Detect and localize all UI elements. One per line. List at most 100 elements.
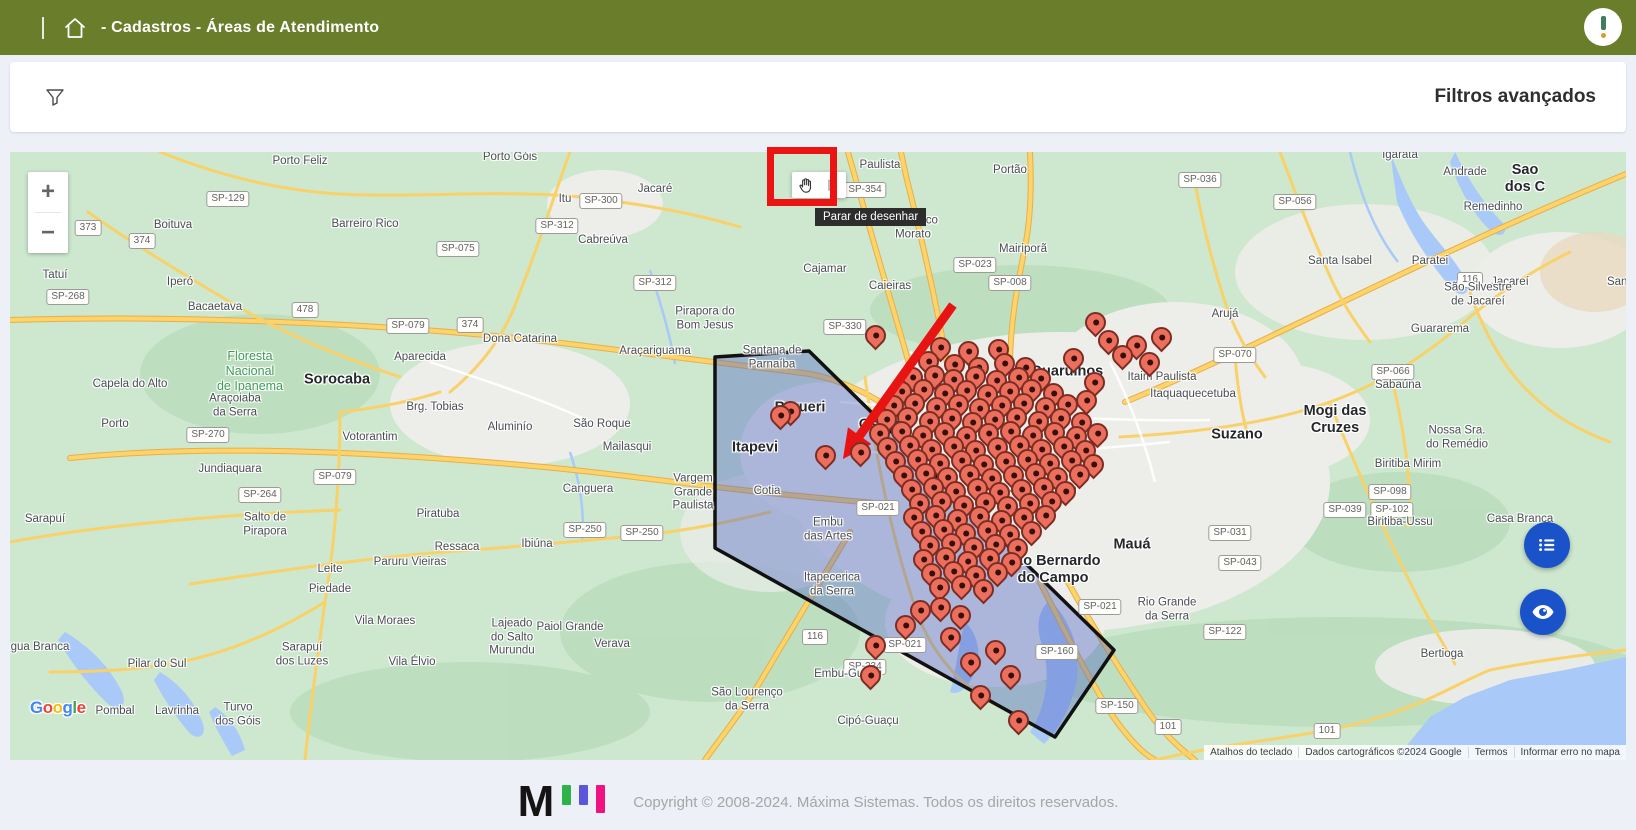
- road-shield: SP-250: [620, 525, 663, 541]
- map-label: Biritiba-Ussu: [1367, 516, 1432, 530]
- road-shield: SP-150: [1095, 698, 1138, 714]
- road-shield: SP-039: [1323, 502, 1366, 518]
- road-shield: SP-021: [856, 500, 899, 516]
- map-label: Ibiúna: [521, 538, 552, 552]
- road-shield: SP-031: [1208, 525, 1251, 541]
- filter-bar: Filtros avançados: [10, 62, 1626, 132]
- map-label: Jundiaquara: [198, 463, 261, 477]
- map-label: Piratuba: [417, 508, 460, 522]
- road-shield: 373: [75, 220, 102, 236]
- map-label: Biritiba Mirim: [1375, 458, 1441, 472]
- map-label: Santa: [1607, 276, 1626, 290]
- map-data-text: Dados cartográficos ©2024 Google: [1298, 747, 1467, 758]
- map-label: Piedade: [309, 583, 351, 597]
- road-shield: SP-056: [1273, 194, 1316, 210]
- map-label: Pirapora do Bom Jesus: [675, 305, 734, 332]
- keyboard-shortcuts-link[interactable]: Atalhos do teclado: [1204, 747, 1298, 758]
- road-shield: SP-079: [313, 469, 356, 485]
- road-shield: SP-250: [563, 522, 606, 538]
- map-label: São Silvestre de Jacareí: [1444, 281, 1512, 308]
- zoom-out-button[interactable]: −: [28, 213, 68, 253]
- map-label: Itaim Paulista: [1127, 371, 1196, 385]
- map-label: Verava: [594, 638, 630, 652]
- copyright-text: Copyright © 2008-2024. Máxima Sistemas. …: [633, 794, 1118, 811]
- map-label: Leite: [318, 563, 343, 577]
- map-label: Sorocaba: [304, 371, 370, 388]
- advanced-filters-button[interactable]: Filtros avançados: [1434, 86, 1596, 108]
- map-label: Capela do Alto: [93, 378, 168, 392]
- draw-shape-tool-button[interactable]: [819, 172, 846, 198]
- map-label: Boituva: [154, 219, 192, 233]
- map-label: Porto: [101, 418, 129, 432]
- pan-tool-button[interactable]: [792, 172, 819, 198]
- map-label: Cabreúva: [578, 234, 628, 248]
- map-label: Bertioga: [1421, 648, 1464, 662]
- map-label: Itaquaquecetuba: [1150, 388, 1236, 402]
- map-label: Mogi das Cruzes: [1304, 403, 1367, 437]
- road-shield: SP-036: [1178, 172, 1221, 188]
- road-shield: SP-312: [535, 218, 578, 234]
- map-label: Mauá: [1113, 536, 1150, 553]
- map-label: Aluminío: [488, 421, 533, 435]
- map-label: Cotia: [754, 485, 781, 499]
- eye-icon: [1531, 600, 1555, 624]
- map-label: Votorantim: [343, 431, 398, 445]
- map-label: Paruru Vieiras: [374, 556, 447, 570]
- footer: M Copyright © 2008-2024. Máxima Sistemas…: [0, 760, 1636, 830]
- road-shield: 478: [292, 302, 319, 318]
- home-button[interactable]: [61, 14, 89, 42]
- zoom-control: + −: [28, 172, 68, 253]
- list-fab-button[interactable]: [1524, 522, 1570, 568]
- road-shield: SP-043: [1218, 555, 1261, 571]
- road-shield: SP-312: [633, 275, 676, 291]
- map-label: Pilar do Sul: [128, 658, 187, 672]
- zoom-in-button[interactable]: +: [28, 172, 68, 212]
- map-label: Floresta Nacional de Ipanema: [217, 349, 283, 393]
- map-label: Vargem Grande Paulista: [673, 473, 714, 514]
- map-label: Vila Élvio: [388, 656, 435, 670]
- report-error-link[interactable]: Informar erro no mapa: [1514, 747, 1627, 758]
- map-label: Remedinho: [1464, 201, 1523, 215]
- road-shield: SP-270: [186, 427, 229, 443]
- page: - Cadastros - Áreas de Atendimento Filtr…: [0, 0, 1636, 830]
- map-label: Sarapuí dos Luzes: [276, 641, 328, 668]
- map-label: Arujá: [1212, 308, 1239, 322]
- road-shield: SP-008: [988, 275, 1031, 291]
- list-icon: [1536, 534, 1558, 556]
- map-label: Nossa Sra. do Remédio: [1426, 424, 1488, 451]
- map-label: Vila Moraes: [355, 615, 416, 629]
- map-attribution: Atalhos do teclado Dados cartográficos ©…: [1204, 745, 1626, 760]
- filter-button[interactable]: [40, 82, 70, 112]
- map-label: Guararema: [1411, 323, 1469, 337]
- road-shield: SP-023: [953, 257, 996, 273]
- drawing-toolbar: [792, 172, 846, 198]
- map-label: Itu: [559, 193, 572, 207]
- map-label: Ressaca: [435, 541, 480, 555]
- map-label: Cipó-Guaçu: [837, 715, 898, 729]
- maxima-logo: M: [518, 784, 555, 819]
- map-label: Dona Catarina: [483, 333, 557, 347]
- map-label: Embu das Artes: [804, 516, 852, 543]
- map-label: Itapevi: [732, 439, 778, 456]
- app-header: - Cadastros - Áreas de Atendimento: [0, 0, 1636, 55]
- road-shield: SP-160: [1035, 644, 1078, 660]
- cursor-icon: [825, 178, 840, 193]
- hand-icon: [797, 177, 814, 194]
- map-label: Portão: [993, 164, 1027, 178]
- map-label: Tatuí: [43, 269, 68, 283]
- alert-button[interactable]: [1584, 8, 1622, 46]
- road-shield: SP-075: [436, 241, 479, 257]
- map-label: Araçariguama: [619, 345, 691, 359]
- map-label: Mailasqui: [603, 441, 652, 455]
- map-label: Paratei: [1412, 255, 1448, 269]
- map-label: Paulista: [860, 159, 901, 173]
- road-shield: SP-079: [386, 318, 429, 334]
- map-label: Itapecerica da Serra: [804, 571, 860, 598]
- view-fab-button[interactable]: [1520, 589, 1566, 635]
- google-logo[interactable]: Google: [30, 698, 86, 718]
- terms-link[interactable]: Termos: [1468, 747, 1514, 758]
- map-label: Turvo dos Góis: [215, 701, 260, 728]
- map-label: Sao dos C: [1505, 162, 1545, 196]
- map-label: Santana de Parnaíba: [743, 344, 802, 371]
- map-canvas[interactable]: 373374SP-129SP-300SP-312SP-075SP-354SP-3…: [10, 152, 1626, 760]
